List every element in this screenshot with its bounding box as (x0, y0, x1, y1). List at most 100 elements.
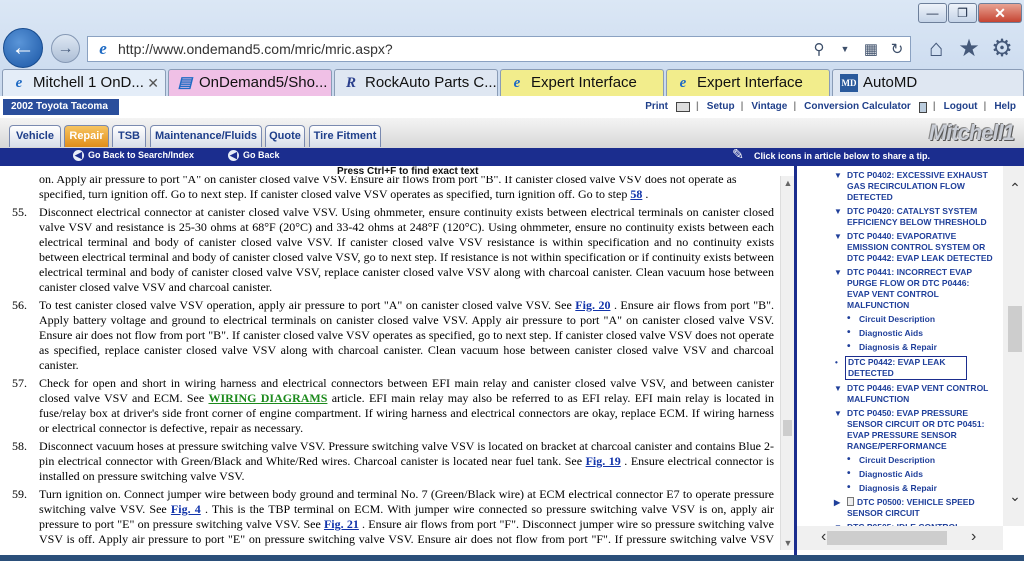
scroll-up-icon[interactable]: ▲ (782, 178, 794, 188)
expand-arrow-icon[interactable]: ▶ (834, 497, 840, 508)
vehicle-label[interactable]: 2002 Toyota Tacoma (3, 99, 119, 115)
minimize-button[interactable]: — (918, 3, 947, 23)
browser-tab-label: RockAuto Parts C... (365, 74, 497, 91)
tab-quote[interactable]: Quote (265, 125, 305, 147)
article-link[interactable]: Fig. 20 (575, 298, 610, 312)
printer-icon[interactable] (675, 102, 690, 112)
toc-item[interactable]: • DTC P0442: EVAP LEAK DETECTED (835, 356, 967, 380)
side-horizontal-scrollbar[interactable]: ‹ › (797, 526, 1003, 550)
side-vertical-scrollbar[interactable]: ⌃ ⌄ (1003, 166, 1024, 526)
article-steps: 55. Disconnect electrical connector at ca… (0, 205, 778, 550)
side-scroll-left-icon[interactable]: ‹ (821, 528, 826, 546)
toc-item[interactable]: ▶ DTC P0500: VEHICLE SPEED SENSOR CIRCUIT (797, 497, 997, 519)
browser-tab[interactable]: R RockAuto Parts C... (334, 69, 498, 96)
vintage-link[interactable]: Vintage (751, 101, 787, 113)
restore-button[interactable]: ❐ (948, 3, 977, 23)
dropdown-icon[interactable]: ▼ (836, 44, 854, 54)
compatibility-view-icon[interactable]: ▦ (862, 40, 880, 58)
step-text: To test canister closed valve VSV operat… (39, 298, 576, 312)
browser-tab[interactable]: e Expert Interface (500, 69, 664, 96)
home-icon[interactable]: ⌂ (921, 35, 951, 63)
toc-label: DTC P0402: EXCESSIVE EXHAUST GAS RECIRCU… (847, 170, 988, 202)
tab-maintenance-fluids[interactable]: Maintenance/Fluids (150, 125, 262, 147)
address-bar[interactable]: e http://www.ondemand5.com/mric/mric.asp… (87, 36, 911, 62)
toc-subitem[interactable]: • Diagnosis & Repair (797, 342, 997, 353)
go-back-link[interactable]: ◀ Go Back (228, 150, 280, 161)
vehicle-strip: 2002 Toyota Tacoma Print | Setup | Vinta… (0, 96, 1024, 118)
toc-item[interactable]: ▼ DTC P0420: CATALYST SYSTEM EFFICIENCY B… (797, 206, 997, 228)
toc-subitem[interactable]: • Diagnostic Aids (797, 469, 997, 480)
favorites-star-icon[interactable]: ★ (954, 35, 984, 63)
collapse-arrow-icon[interactable]: ▼ (834, 170, 842, 181)
tab-repair[interactable]: Repair (64, 125, 109, 147)
collapse-arrow-icon[interactable]: ▼ (834, 383, 842, 394)
article-link[interactable]: 63 (659, 547, 671, 550)
collapse-arrow-icon[interactable]: ▼ (834, 206, 842, 217)
close-button[interactable]: ✕ (978, 3, 1022, 23)
logout-link[interactable]: Logout (944, 101, 978, 113)
help-link[interactable]: Help (994, 101, 1016, 113)
toc-item[interactable]: ▼ DTC P0446: EVAP VENT CONTROL MALFUNCTIO… (797, 383, 997, 405)
side-scroll-up-icon[interactable]: ⌃ (1006, 180, 1024, 197)
bullet-icon[interactable]: • (847, 342, 851, 352)
step-number: 56. (12, 298, 27, 312)
collapse-arrow-icon[interactable]: ▼ (834, 267, 842, 278)
bullet-icon[interactable]: • (847, 469, 851, 479)
tab-tire-fitment[interactable]: Tire Fitment (309, 125, 381, 147)
settings-gear-icon[interactable]: ⚙ (987, 35, 1017, 63)
toc-item[interactable]: ▼ DTC P0440: EVAPORATIVE EMISSION CONTROL… (797, 231, 997, 264)
collapse-arrow-icon[interactable]: ▼ (834, 231, 842, 242)
go-back-to-search-link[interactable]: ◀ Go Back to Search/Index (73, 150, 194, 161)
side-scroll-thumb[interactable] (1008, 306, 1022, 352)
mitchell-page: 2002 Toyota Tacoma Print | Setup | Vinta… (0, 96, 1024, 561)
conversion-calculator-link[interactable]: Conversion Calculator (804, 101, 911, 113)
calculator-icon[interactable] (918, 102, 927, 113)
article-scrollbar[interactable]: ▲ ▼ (780, 176, 794, 550)
toc-label: DTC P0441: INCORRECT EVAP PURGE FLOW OR … (847, 267, 972, 310)
toc-subitem[interactable]: • Circuit Description (797, 314, 997, 325)
toc-label: DTC P0442: EVAP LEAK DETECTED (848, 357, 946, 378)
forward-button[interactable]: → (51, 34, 80, 63)
step-link-58[interactable]: 58 (630, 187, 642, 201)
side-scroll-right-icon[interactable]: › (971, 528, 976, 546)
article-link[interactable]: Fig. 4 (171, 502, 201, 516)
browser-tab[interactable]: e Mitchell 1 OnD... ✕ (2, 69, 166, 96)
tab-vehicle[interactable]: Vehicle (9, 125, 61, 147)
browser-tab-bar: e Mitchell 1 OnD... ✕ ▤ OnDemand5/Sho... R Roc… (0, 68, 1024, 96)
back-button[interactable]: ← (3, 28, 43, 68)
close-tab-icon[interactable]: ✕ (147, 70, 159, 96)
print-link[interactable]: Print (645, 101, 668, 113)
toc-subitem[interactable]: • Diagnosis & Repair (797, 483, 997, 494)
setup-link[interactable]: Setup (707, 101, 735, 113)
article-scroll-thumb[interactable] (783, 420, 792, 436)
refresh-icon[interactable]: ↻ (888, 40, 906, 58)
bullet-icon[interactable]: • (847, 328, 851, 338)
bullet-icon[interactable]: • (847, 314, 851, 324)
toc-item[interactable]: ▼ DTC P0441: INCORRECT EVAP PURGE FLOW OR… (797, 267, 997, 311)
article-link[interactable]: WIRING DIAGRAMS (208, 391, 327, 405)
bullet-icon[interactable]: • (835, 357, 838, 368)
bullet-icon[interactable]: • (847, 483, 851, 493)
scroll-down-icon[interactable]: ▼ (782, 538, 794, 548)
toc-subitem[interactable]: • Diagnostic Aids (797, 328, 997, 339)
collapse-arrow-icon[interactable]: ▼ (834, 408, 842, 419)
article-link[interactable]: Fig. 21 (324, 517, 359, 531)
side-hscroll-thumb[interactable] (827, 531, 947, 545)
partial-line: specified, turn ignition off. Go to next… (39, 187, 774, 202)
bullet-icon[interactable]: • (847, 455, 851, 465)
article-step: 58. Disconnect vacuum hoses at pressure s… (0, 439, 778, 484)
search-icon[interactable]: ⚲ (810, 40, 828, 58)
browser-tab[interactable]: MD AutoMD (832, 69, 1024, 96)
article-link[interactable]: Fig. 19 (586, 454, 621, 468)
toc-item[interactable]: ▼ DTC P0450: EVAP PRESSURE SENSOR CIRCUIT… (797, 408, 997, 452)
browser-tab[interactable]: ▤ OnDemand5/Sho... (168, 69, 332, 96)
tab-tsb[interactable]: TSB (112, 125, 146, 147)
toc-item[interactable]: ▼ DTC P0402: EXCESSIVE EXHAUST GAS RECIRC… (797, 170, 997, 203)
toc-label: Diagnostic Aids (859, 328, 923, 338)
forward-arrow-icon: → (57, 40, 74, 57)
browser-tab[interactable]: e Expert Interface (666, 69, 830, 96)
share-tip-icon[interactable]: ✎ (728, 146, 748, 164)
toc-subitem[interactable]: • Circuit Description (797, 455, 997, 466)
url-text[interactable]: http://www.ondemand5.com/mric/mric.aspx? (118, 41, 806, 57)
side-scroll-down-icon[interactable]: ⌄ (1006, 488, 1024, 505)
